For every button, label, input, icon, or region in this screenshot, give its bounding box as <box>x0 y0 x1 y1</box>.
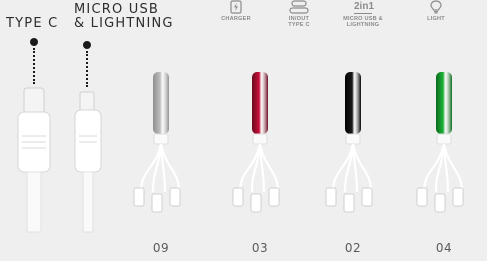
feature-light-caption: LIGHT <box>427 16 445 22</box>
feature-charger: CHARGER <box>206 0 266 22</box>
cable-strand <box>422 143 446 193</box>
connector-head <box>232 187 244 207</box>
light-tube <box>153 72 169 134</box>
tube-collar <box>252 133 268 145</box>
product-variants <box>133 72 464 213</box>
variant-code-03: 03 <box>251 241 269 255</box>
micro-usb-label-line2: & LIGHTNING <box>74 16 174 31</box>
tube-collar <box>345 133 361 145</box>
type-c-marker-dot <box>30 38 38 46</box>
two-in-one-icon: 2in1 <box>354 1 375 14</box>
connector-head <box>268 187 280 207</box>
type-c-connector <box>17 87 51 233</box>
variant-code-09: 09 <box>152 241 170 255</box>
tube-collar <box>436 133 452 145</box>
cable-strand <box>139 143 163 193</box>
type-c-leader-line <box>33 48 35 84</box>
variant-product-03 <box>232 72 280 213</box>
light-tube <box>345 72 361 134</box>
micro-usb-label-line1: MICRO USB <box>74 2 160 17</box>
feature-light: LIGHT <box>406 0 466 22</box>
variant-product-04 <box>416 72 464 213</box>
cable-strand <box>151 143 163 193</box>
cable-strand <box>331 143 355 193</box>
cable-strand <box>238 143 262 193</box>
light-bulb-icon <box>430 0 442 14</box>
micro-usb-connector <box>74 91 102 233</box>
connector-head <box>361 187 373 207</box>
connector-head <box>325 187 337 207</box>
type-c-label: TYPE C <box>6 16 59 31</box>
connector-head <box>434 193 446 213</box>
variant-product-09 <box>133 72 181 213</box>
connector-closeups <box>17 87 102 233</box>
connector-head <box>416 187 428 207</box>
feature-two-in-one-caption-2: LIGHTNING <box>346 22 380 29</box>
tube-collar <box>153 133 169 145</box>
connector-head <box>169 187 181 207</box>
micro-usb-marker-dot <box>83 41 91 49</box>
usb-c-port-icon <box>289 0 309 14</box>
connector-head <box>343 193 355 213</box>
feature-type-c-caption-2: TYPE C <box>288 22 310 29</box>
connector-head <box>250 193 262 213</box>
cable-strand <box>434 143 446 193</box>
cable-strand <box>250 143 262 193</box>
feature-type-c: IN/OUT TYPE C <box>269 0 329 29</box>
light-tube <box>436 72 452 134</box>
light-tube <box>252 72 268 134</box>
variant-product-02 <box>325 72 373 213</box>
feature-charger-caption: CHARGER <box>221 16 251 22</box>
connector-head <box>133 187 145 207</box>
variant-code-04: 04 <box>435 241 453 255</box>
cable-strand <box>343 143 355 193</box>
variant-code-02: 02 <box>344 241 362 255</box>
feature-two-in-one: 2in1 MICRO USB & LIGHTNING <box>333 0 393 29</box>
charger-icon <box>230 0 242 14</box>
connector-head <box>452 187 464 207</box>
connector-head <box>151 193 163 213</box>
